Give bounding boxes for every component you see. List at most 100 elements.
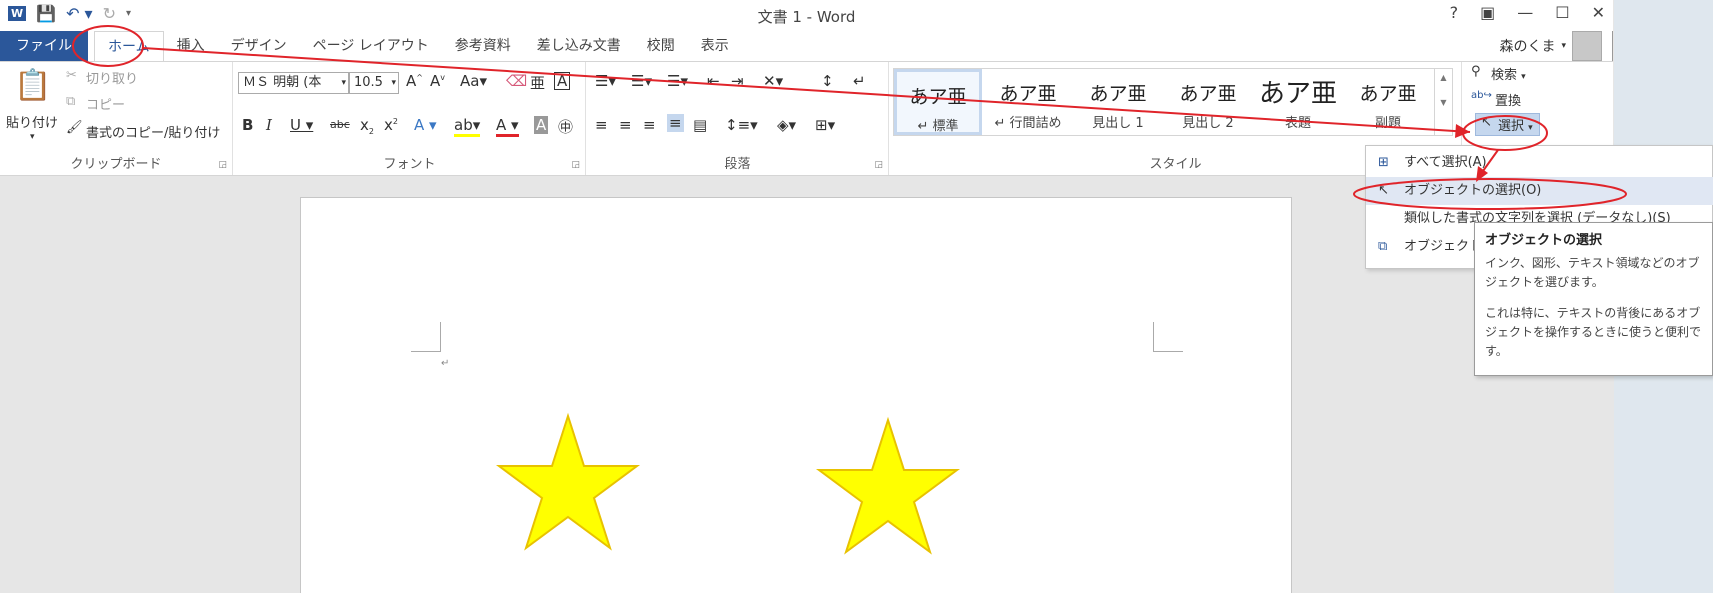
chevron-down-icon: ▾ — [1521, 72, 1526, 82]
star-shape[interactable] — [495, 412, 641, 552]
close-button[interactable]: ✕ — [1592, 3, 1605, 22]
chevron-up-icon[interactable]: ▲ — [1435, 73, 1452, 82]
strikethrough-icon[interactable]: abc — [330, 118, 350, 131]
style-subtitle[interactable]: あア亜 副題 — [1344, 69, 1432, 135]
select-button[interactable]: ↖ 選択 ▾ — [1475, 113, 1540, 136]
tab-view[interactable]: 表示 — [688, 31, 742, 61]
borders-icon[interactable]: ⊞▾ — [815, 116, 835, 134]
help-button[interactable]: ? — [1450, 3, 1459, 22]
binoculars-icon: ⚲ — [1471, 64, 1481, 79]
text-direction-icon[interactable]: ✕▾ — [763, 72, 783, 90]
numbering-icon[interactable]: ☰▾ — [631, 72, 652, 90]
menu-item-select-all[interactable]: ⊞ すべて選択(A) — [1366, 149, 1713, 177]
enclose-character-icon[interactable]: A — [554, 72, 571, 90]
italic-icon[interactable]: I — [266, 116, 272, 134]
align-center-icon[interactable]: ≡ — [619, 116, 632, 134]
chevron-down-icon[interactable]: ▾ — [30, 132, 35, 142]
tab-home[interactable]: ホーム — [94, 31, 164, 61]
paste-icon[interactable]: 📋 — [14, 68, 51, 103]
redo-icon[interactable]: ↻ — [103, 4, 116, 23]
find-button[interactable]: 検索 ▾ — [1491, 64, 1526, 83]
cursor-arrow-icon: ↖ — [1481, 115, 1492, 130]
distributed-icon[interactable]: ▤ — [693, 116, 707, 134]
select-label: 選択 — [1498, 119, 1525, 134]
line-spacing-icon[interactable]: ↕≡▾ — [725, 116, 758, 134]
justify-icon[interactable]: ≡ — [667, 114, 684, 132]
multilevel-list-icon[interactable]: ☰▾ — [667, 72, 688, 90]
paragraph-mark-icon: ↵ — [441, 358, 450, 369]
style-heading-2[interactable]: あア亜 見出し 2 — [1164, 69, 1252, 135]
style-sample: あア亜 — [1089, 83, 1147, 105]
show-marks-icon[interactable]: ↵ — [853, 72, 866, 90]
tab-file[interactable]: ファイル — [0, 31, 88, 61]
tab-design[interactable]: デザイン — [218, 31, 300, 61]
window-controls: ? ▣ — ☐ ✕ — [1450, 3, 1605, 22]
ribbon-display-button[interactable]: ▣ — [1480, 3, 1495, 22]
menu-item-select-objects[interactable]: ↖ オブジェクトの選択(O) — [1366, 177, 1713, 205]
paste-button[interactable]: 貼り付け — [6, 112, 58, 131]
tab-insert[interactable]: 挿入 — [164, 31, 218, 61]
group-label-font: フォント — [383, 157, 436, 172]
style-name: 表題 — [1284, 116, 1311, 131]
bold-icon[interactable]: B — [242, 116, 253, 134]
replace-button[interactable]: 置換 — [1495, 90, 1521, 109]
text-effects-icon[interactable]: A ▾ — [414, 116, 437, 134]
font-color-icon[interactable]: A ▾ — [496, 116, 519, 137]
customize-qat-icon[interactable]: ▾ — [126, 8, 131, 19]
phonetic-guide-icon[interactable]: 亜 — [530, 72, 545, 93]
styles-gallery: あア亜 ↵ 標準 あア亜 ↵ 行間詰め あア亜 見出し 1 あア亜 見出し 2 あア亜表… — [893, 68, 1453, 136]
align-right-icon[interactable]: ≡ — [643, 116, 656, 134]
font-size-combo[interactable]: 10.5 ▾ — [349, 72, 399, 94]
tab-page-layout[interactable]: ページ レイアウト — [300, 31, 442, 61]
dialog-launcher-icon[interactable]: ◲ — [571, 160, 580, 170]
star-shape[interactable] — [815, 416, 961, 556]
tab-mailings[interactable]: 差し込み文書 — [524, 31, 634, 61]
clear-formatting-icon[interactable]: ⌫ — [506, 72, 527, 90]
character-shading-icon[interactable]: A — [534, 116, 549, 134]
margin-marker — [411, 322, 441, 352]
dialog-launcher-icon[interactable]: ◲ — [218, 160, 227, 170]
group-font: ＭＳ 明朝 (本 ▾ 10.5 ▾ A^ Av Aa▾ ⌫ 亜 A B I U ▾ … — [234, 62, 586, 175]
copy-button[interactable]: コピー — [86, 94, 125, 113]
gallery-scrollbar[interactable]: ▲ ▼ — [1434, 69, 1452, 135]
tab-review[interactable]: 校閲 — [634, 31, 688, 61]
menu-item-label: すべて選択(A) — [1404, 155, 1487, 170]
chevron-down-icon[interactable]: ▼ — [1435, 98, 1452, 107]
font-name-combo[interactable]: ＭＳ 明朝 (本 ▾ — [238, 72, 349, 94]
group-label-clipboard: クリップボード — [70, 157, 162, 172]
sort-icon[interactable]: ↕ — [821, 72, 834, 90]
shading-icon[interactable]: ◈▾ — [777, 116, 796, 134]
document-page[interactable]: ↵ — [300, 197, 1292, 593]
grow-font-icon[interactable]: A^ — [406, 72, 423, 90]
minimize-button[interactable]: — — [1517, 3, 1533, 22]
save-icon[interactable]: 💾 — [36, 4, 56, 23]
style-normal[interactable]: あア亜 ↵ 標準 — [894, 69, 982, 135]
dialog-launcher-icon[interactable]: ◲ — [874, 160, 883, 170]
style-name: 副題 — [1374, 116, 1401, 131]
style-no-spacing[interactable]: あア亜 ↵ 行間詰め — [984, 69, 1072, 135]
align-left-icon[interactable]: ≡ — [595, 116, 608, 134]
undo-icon[interactable]: ↶ ▾ — [66, 4, 93, 23]
underline-icon[interactable]: U ▾ — [290, 116, 313, 134]
subscript-icon[interactable]: x2 — [360, 116, 374, 136]
decrease-indent-icon[interactable]: ⇤ — [707, 72, 720, 90]
format-painter-icon: 🖌 — [66, 120, 83, 135]
superscript-icon[interactable]: x2 — [384, 116, 398, 134]
style-title[interactable]: あア亜 表題 — [1254, 69, 1342, 135]
tooltip: オブジェクトの選択 インク、図形、テキスト領域などのオブジェクトを選びます。 こ… — [1474, 222, 1713, 376]
increase-indent-icon[interactable]: ⇥ — [731, 72, 744, 90]
style-heading-1[interactable]: あア亜 見出し 1 — [1074, 69, 1162, 135]
highlight-icon[interactable]: ab▾ — [454, 116, 481, 137]
group-paragraph: ☰▾ ☰▾ ☰▾ ⇤ ⇥ ✕▾ ↕ ↵ ≡ ≡ ≡ ≡ ▤ ↕≡▾ ◈▾ ⊞▾ … — [587, 62, 889, 175]
window-title: 文書 1 - Word — [757, 8, 856, 26]
maximize-button[interactable]: ☐ — [1555, 3, 1569, 22]
user-account[interactable]: 森のくま ▾ — [1499, 31, 1602, 61]
format-painter-button[interactable]: 書式のコピー/貼り付け — [86, 122, 220, 141]
menu-item-label: オブジェクトの選択(O) — [1404, 183, 1542, 198]
enclosed-character-icon[interactable]: ㊥ — [558, 116, 573, 137]
tab-references[interactable]: 参考資料 — [442, 31, 524, 61]
shrink-font-icon[interactable]: Av — [430, 72, 445, 90]
bullets-icon[interactable]: ☰▾ — [595, 72, 616, 90]
change-case-icon[interactable]: Aa▾ — [460, 72, 487, 90]
cut-button[interactable]: 切り取り — [86, 68, 138, 87]
